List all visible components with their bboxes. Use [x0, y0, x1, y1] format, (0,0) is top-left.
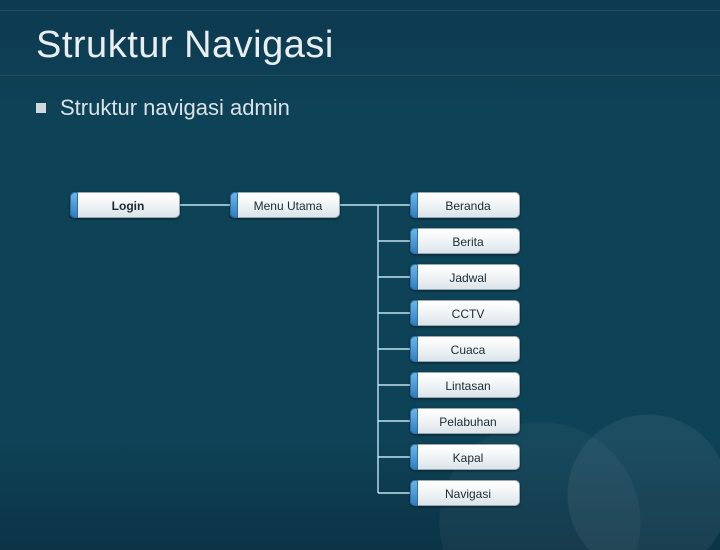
- node-accent-bar: [410, 480, 418, 506]
- node-label: Login: [71, 193, 179, 219]
- node-accent-bar: [410, 336, 418, 362]
- node-accent-bar: [410, 228, 418, 254]
- slide-title: Struktur Navigasi: [36, 24, 720, 67]
- connector-lines: [0, 0, 720, 540]
- node-accent-bar: [410, 300, 418, 326]
- node-label: Cuaca: [411, 337, 519, 363]
- node-accent-bar: [410, 408, 418, 434]
- node-label: Navigasi: [411, 481, 519, 507]
- node-label: Pelabuhan: [411, 409, 519, 435]
- node-beranda: Beranda: [410, 192, 520, 218]
- node-label: CCTV: [411, 301, 519, 327]
- node-login: Login: [70, 192, 180, 218]
- node-label: Lintasan: [411, 373, 519, 399]
- node-cctv: CCTV: [410, 300, 520, 326]
- node-accent-bar: [410, 444, 418, 470]
- node-accent-bar: [70, 192, 78, 218]
- node-berita: Berita: [410, 228, 520, 254]
- node-label: Kapal: [411, 445, 519, 471]
- node-menu-utama: Menu Utama: [230, 192, 340, 218]
- node-navigasi: Navigasi: [410, 480, 520, 506]
- node-accent-bar: [230, 192, 238, 218]
- node-lintasan: Lintasan: [410, 372, 520, 398]
- node-cuaca: Cuaca: [410, 336, 520, 362]
- node-label: Berita: [411, 229, 519, 255]
- node-accent-bar: [410, 264, 418, 290]
- bullet-icon: [36, 103, 46, 113]
- title-divider: [0, 75, 720, 77]
- node-accent-bar: [410, 372, 418, 398]
- node-jadwal: Jadwal: [410, 264, 520, 290]
- top-divider: [0, 10, 720, 12]
- node-kapal: Kapal: [410, 444, 520, 470]
- node-label: Jadwal: [411, 265, 519, 291]
- slide-subtitle: Struktur navigasi admin: [36, 95, 720, 121]
- node-pelabuhan: Pelabuhan: [410, 408, 520, 434]
- node-label: Beranda: [411, 193, 519, 219]
- subtitle-text: Struktur navigasi admin: [60, 95, 290, 120]
- node-accent-bar: [410, 192, 418, 218]
- node-label: Menu Utama: [231, 193, 339, 219]
